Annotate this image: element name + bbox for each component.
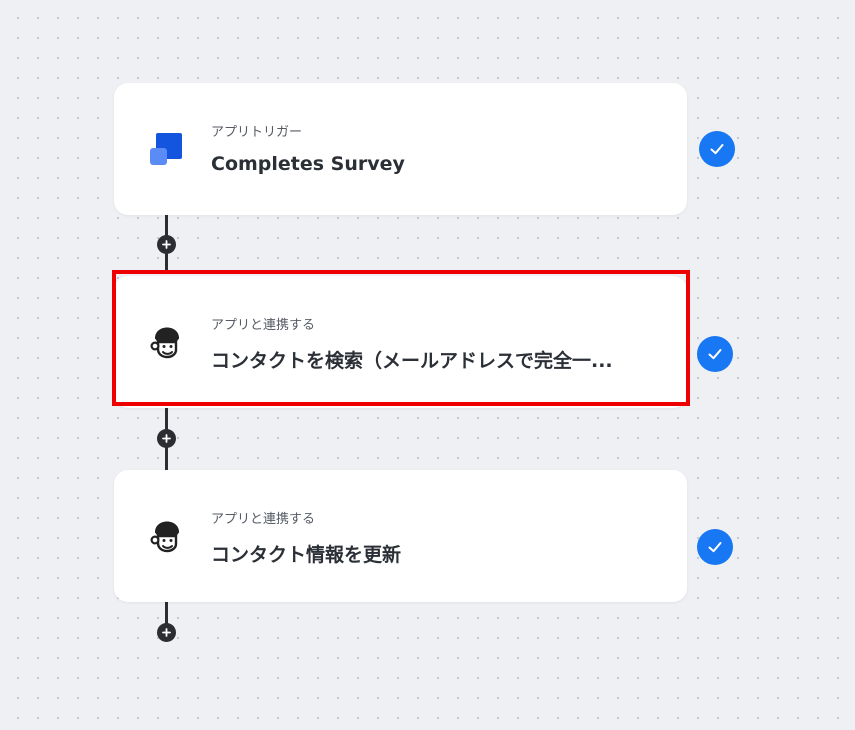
step-type-label: アプリと連携する bbox=[211, 318, 316, 333]
mailchimp-icon bbox=[144, 320, 188, 364]
plus-icon bbox=[162, 240, 171, 249]
step-type-label: アプリと連携する bbox=[211, 512, 316, 527]
add-step-button-3[interactable] bbox=[157, 623, 176, 642]
step-complete-check-icon bbox=[697, 529, 733, 565]
add-step-button-2[interactable] bbox=[157, 429, 176, 448]
mailchimp-icon bbox=[144, 514, 188, 558]
step-title: Completes Survey bbox=[211, 153, 405, 175]
plus-icon bbox=[162, 434, 171, 443]
add-step-button-1[interactable] bbox=[157, 235, 176, 254]
step-complete-check-icon bbox=[699, 131, 735, 167]
flow-step-trigger[interactable]: アプリトリガー Completes Survey bbox=[114, 83, 687, 215]
survey-app-icon bbox=[144, 127, 188, 171]
plus-icon bbox=[162, 628, 171, 637]
step-title: コンタクトを検索（メールアドレスで完全一... bbox=[211, 350, 613, 372]
step-type-label: アプリトリガー bbox=[211, 125, 303, 140]
flow-step-update-contact[interactable]: アプリと連携する コンタクト情報を更新 bbox=[114, 470, 687, 602]
flow-step-search-contact[interactable]: アプリと連携する コンタクトを検索（メールアドレスで完全一... bbox=[114, 276, 687, 408]
step-complete-check-icon bbox=[697, 336, 733, 372]
step-title: コンタクト情報を更新 bbox=[211, 544, 402, 566]
